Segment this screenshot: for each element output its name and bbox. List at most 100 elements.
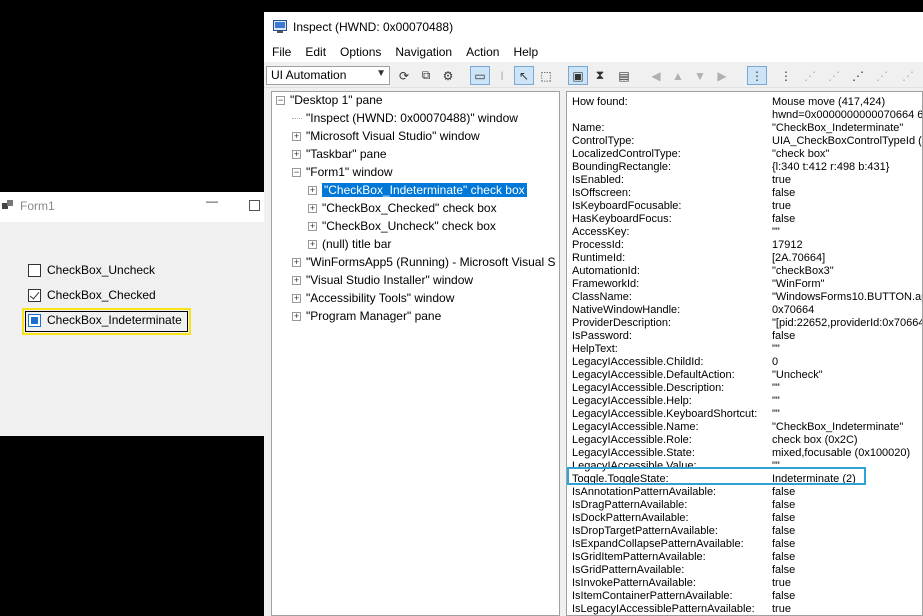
tree-item[interactable]: + "CheckBox_Checked" check box — [308, 200, 497, 218]
tree-connector — [292, 118, 302, 120]
tree-view-icon[interactable]: ⋮ — [747, 66, 767, 85]
menu-options[interactable]: Options — [340, 45, 381, 59]
expand-icon[interactable]: + — [292, 294, 301, 304]
minimize-icon[interactable]: — — [206, 194, 218, 208]
property-value: "[pid:22652,providerId:0x70664 — [772, 317, 923, 329]
checkbox-checked[interactable]: CheckBox_Checked — [28, 286, 156, 304]
menu-action[interactable]: Action — [466, 45, 499, 59]
tree-item[interactable]: − "Form1" window — [292, 164, 393, 182]
expand-icon[interactable]: + — [308, 186, 317, 196]
copy-icon[interactable]: ⧉ — [416, 66, 436, 85]
arrow-right-icon[interactable]: ▶ — [712, 66, 732, 85]
property-name: IsGridItemPatternAvailable: — [572, 551, 706, 563]
highlight-rect-icon[interactable]: ▣ — [568, 66, 588, 85]
property-value: "" — [772, 395, 780, 407]
expand-icon[interactable]: + — [308, 222, 317, 232]
property-name: Name: — [572, 122, 605, 134]
nav-prev-sibling-icon[interactable]: ⋰ — [848, 66, 868, 85]
tree-item[interactable]: "Inspect (HWND: 0x00070488)" window — [292, 110, 518, 128]
arrow-down-icon[interactable]: ▼ — [690, 66, 710, 85]
show-hidden-icon[interactable]: ⧗ — [590, 66, 610, 85]
expand-icon[interactable]: + — [308, 204, 317, 214]
checkbox-uncheck[interactable]: CheckBox_Uncheck — [28, 261, 155, 279]
arrow-left-icon[interactable]: ◀ — [646, 66, 666, 85]
expand-icon[interactable]: + — [292, 150, 301, 160]
property-value: false — [772, 486, 796, 498]
refresh-icon[interactable]: ⟳ — [394, 66, 414, 85]
tree-item[interactable]: + "Program Manager" pane — [292, 308, 441, 326]
menu-help[interactable]: Help — [513, 45, 538, 59]
checkbox-box[interactable] — [28, 288, 41, 302]
collapse-icon[interactable]: − — [292, 168, 301, 178]
mode-select[interactable]: UI Automation ▼ — [266, 66, 390, 85]
property-value: "WindowsForms10.BUTTON.ap — [772, 291, 923, 303]
checkbox-label: CheckBox_Checked — [47, 288, 156, 302]
chevron-down-icon: ▼ — [376, 68, 386, 79]
menu-file[interactable]: File — [272, 45, 291, 59]
show-highlight-icon[interactable]: ⬚ — [536, 66, 556, 85]
menu-bar: File Edit Options Navigation Action Help — [264, 42, 923, 62]
expand-icon[interactable]: + — [292, 132, 301, 142]
nav-next-sibling-icon[interactable]: ⋰ — [824, 66, 844, 85]
arrow-up-icon[interactable]: ▲ — [668, 66, 688, 85]
property-value: hwnd=0x0000000000070664 64 — [772, 109, 923, 121]
form1-titlebar[interactable]: Form1 — — [0, 192, 264, 222]
checkbox-box[interactable] — [28, 263, 41, 277]
watch-caret-icon[interactable]: I — [492, 66, 512, 85]
property-value: UIA_CheckBoxControlTypeId (0 — [772, 135, 923, 147]
nav-first-child-icon[interactable]: ⋰ — [800, 66, 820, 85]
collapse-icon[interactable]: − — [276, 96, 285, 106]
property-name: LegacyIAccessible.Name: — [572, 421, 699, 433]
expand-icon[interactable]: + — [292, 276, 301, 286]
nav-extra-icon[interactable]: ⋰ — [898, 66, 918, 85]
nav-last-child-icon[interactable]: ⋰ — [872, 66, 892, 85]
property-name: LegacyIAccessible.Role: — [572, 434, 692, 446]
property-value: 17912 — [772, 239, 803, 251]
tree-item-selected[interactable]: + "CheckBox_Indeterminate" check box — [308, 182, 527, 200]
expand-icon[interactable]: + — [308, 240, 317, 250]
nav-parent-icon[interactable]: ⋮ — [776, 66, 796, 85]
menu-edit[interactable]: Edit — [305, 45, 326, 59]
focus-highlight-rect — [22, 308, 191, 335]
expand-icon[interactable]: + — [292, 258, 301, 268]
property-name: AutomationId: — [572, 265, 640, 277]
property-name: IsOffscreen: — [572, 187, 632, 199]
watch-focus-icon[interactable]: ▭ — [470, 66, 490, 85]
property-value: "" — [772, 343, 780, 355]
maximize-icon[interactable] — [249, 200, 260, 211]
property-value: "" — [772, 408, 780, 420]
tree-item[interactable]: + "WinFormsApp5 (Running) - Microsoft Vis… — [292, 254, 555, 272]
menu-navigation[interactable]: Navigation — [395, 45, 452, 59]
property-name: RuntimeId: — [572, 252, 626, 264]
inspect-titlebar[interactable]: Inspect (HWND: 0x00070488) — [264, 12, 923, 42]
property-name: LegacyIAccessible.ChildId: — [572, 356, 704, 368]
settings-icon[interactable]: ⚙ — [438, 66, 458, 85]
property-value: false — [772, 330, 796, 342]
property-name: HelpText: — [572, 343, 618, 355]
tree-item[interactable]: + "Accessibility Tools" window — [292, 290, 454, 308]
tree-item[interactable]: + (null) title bar — [308, 236, 391, 254]
keyboard-icon[interactable]: ▤ — [614, 66, 634, 85]
watch-cursor-icon[interactable]: ↖ — [514, 66, 534, 85]
property-name: ProcessId: — [572, 239, 624, 251]
tree-item[interactable]: − "Desktop 1" pane — [276, 92, 383, 110]
tree-item[interactable]: + "Taskbar" pane — [292, 146, 387, 164]
property-value: Mouse move (417,424) — [772, 96, 886, 108]
tree-item[interactable]: + "CheckBox_Uncheck" check box — [308, 218, 496, 236]
tree-item[interactable]: + "Visual Studio Installer" window — [292, 272, 473, 290]
property-name: IsLegacyIAccessiblePatternAvailable: — [572, 603, 755, 615]
properties-pane[interactable]: How found: Mouse move (417,424) hwnd=0x000… — [566, 91, 923, 616]
property-value: [2A.70664] — [772, 252, 826, 264]
form1-window: Form1 — CheckBox_Uncheck CheckBox_Checke… — [0, 192, 264, 436]
element-tree[interactable]: − "Desktop 1" pane "Inspect (HWND: 0x0007… — [271, 91, 560, 616]
checkbox-label: CheckBox_Uncheck — [47, 263, 156, 277]
property-value: false — [772, 564, 796, 576]
property-value: false — [772, 538, 796, 550]
property-value: "" — [772, 382, 780, 394]
tree-item-label: "Desktop 1" pane — [290, 93, 383, 107]
expand-icon[interactable]: + — [292, 312, 301, 322]
property-name: IsAnnotationPatternAvailable: — [572, 486, 717, 498]
property-value: true — [772, 174, 791, 186]
tree-item[interactable]: + "Microsoft Visual Studio" window — [292, 128, 480, 146]
property-name: HasKeyboardFocus: — [572, 213, 672, 225]
